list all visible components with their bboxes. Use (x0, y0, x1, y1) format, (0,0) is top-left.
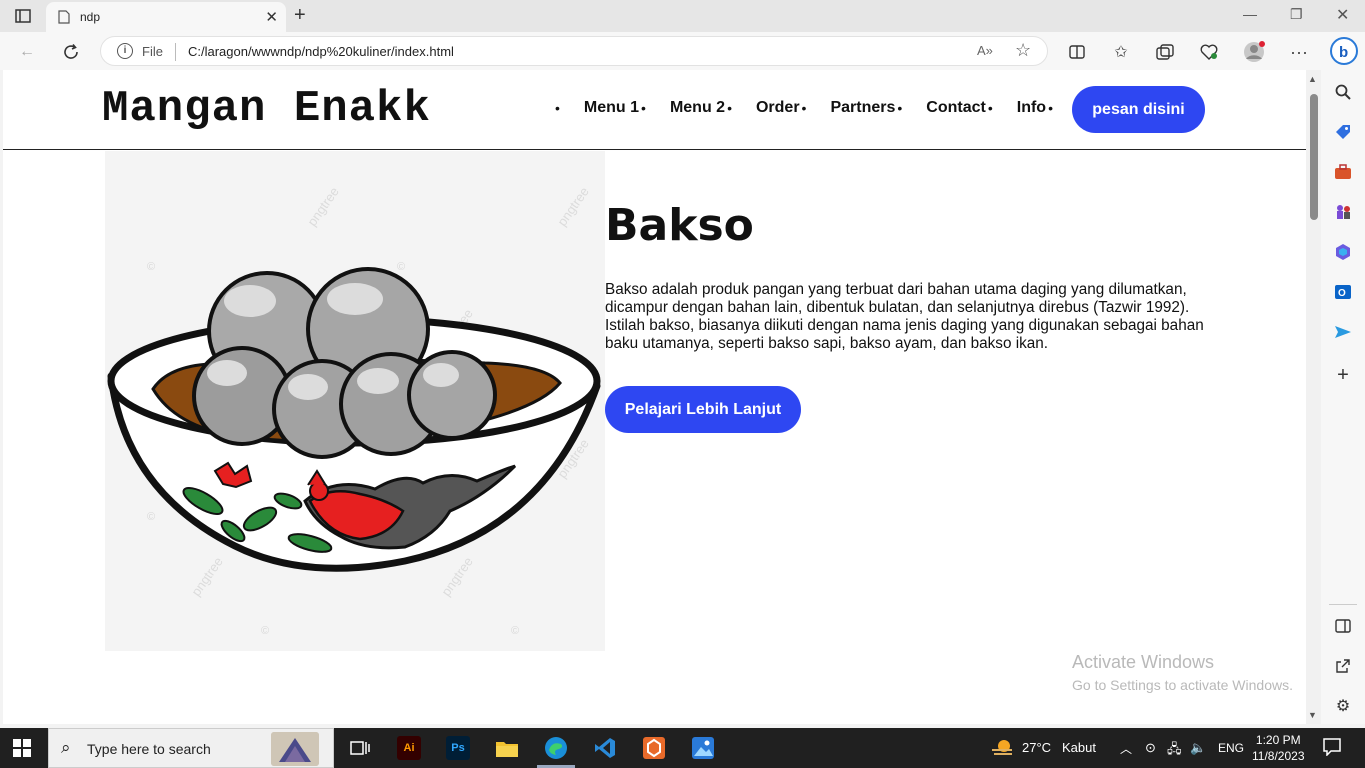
nav-item-order[interactable]: Order (756, 99, 800, 117)
nav-bullet-icon: • (987, 100, 993, 116)
nav-bullet-icon: • (727, 100, 732, 116)
collections-icon[interactable] (1154, 41, 1176, 63)
weather-icon[interactable] (990, 737, 1016, 762)
hero-title: Bakso (605, 200, 754, 251)
web-viewport: Mangan Enakk • Menu 1 • Menu 2 • Order •… (3, 70, 1306, 724)
split-screen-icon[interactable] (1066, 41, 1088, 63)
tab-title: ndp (80, 10, 101, 24)
nav-bullet-icon: • (555, 100, 560, 116)
tools-briefcase-icon[interactable] (1333, 162, 1353, 182)
nav-bullet-icon: • (801, 100, 807, 116)
games-chess-icon[interactable] (1333, 202, 1353, 222)
taskbar-search-box[interactable]: ⌕ Type here to search (48, 728, 334, 768)
scrollbar-thumb[interactable] (1310, 94, 1318, 220)
restore-button[interactable]: ❐ (1290, 6, 1303, 23)
volume-icon[interactable]: 🔈 (1190, 740, 1206, 756)
minimize-button[interactable]: — (1243, 6, 1257, 22)
search-icon: ⌕ (61, 738, 71, 757)
illustrator-icon[interactable]: Ai (397, 736, 421, 760)
site-header: Mangan Enakk • Menu 1 • Menu 2 • Order •… (3, 70, 1306, 150)
learn-more-button[interactable]: Pelajari Lebih Lanjut (605, 386, 801, 433)
bing-copilot-icon[interactable]: b (1330, 37, 1358, 65)
sidebar-divider (1329, 604, 1357, 605)
shopping-tag-icon[interactable] (1333, 122, 1353, 142)
browser-essentials-icon[interactable] (1198, 41, 1220, 63)
file-explorer-icon[interactable] (495, 736, 519, 760)
edge-sidebar: O + ⚙ (1321, 70, 1365, 724)
photoshop-icon[interactable]: Ps (446, 736, 470, 760)
main-nav: • Menu 1 • Menu 2 • Order • Partners • C… (553, 99, 1053, 117)
microsoft-365-icon[interactable] (1333, 242, 1353, 262)
browser-tab[interactable]: ndp ✕ (46, 2, 286, 32)
drop-send-icon[interactable] (1333, 322, 1353, 342)
tab-close-icon[interactable]: ✕ (265, 8, 278, 26)
nav-item-info[interactable]: Info (1017, 99, 1046, 117)
clock-date: 11/8/2023 (1252, 749, 1305, 763)
scroll-down-icon[interactable]: ▼ (1308, 710, 1317, 720)
info-icon[interactable]: i (117, 43, 133, 59)
address-bar[interactable]: i File C:/laragon/wwwndp/ndp%20kuliner/i… (100, 36, 1048, 66)
svg-text:O: O (1338, 288, 1346, 299)
back-icon[interactable]: ← (16, 41, 38, 63)
page-scrollbar[interactable]: ▲ ▼ (1306, 70, 1321, 724)
order-here-button[interactable]: pesan disini (1072, 86, 1205, 133)
settings-gear-icon[interactable]: ⚙ (1333, 696, 1353, 716)
site-logo[interactable]: Mangan Enakk (102, 84, 431, 134)
activate-windows-watermark: Activate Windows Go to Settings to activ… (1072, 652, 1293, 693)
windows-taskbar: ⌕ Type here to search Ai Ps 27°C Kabut ︿… (0, 728, 1365, 768)
windows-start-icon[interactable] (13, 739, 31, 757)
favorite-star-icon[interactable]: ☆ (1015, 40, 1031, 61)
search-icon[interactable] (1333, 82, 1353, 102)
vscode-icon[interactable] (593, 736, 617, 760)
nav-bullet-icon: • (897, 100, 903, 116)
profile-avatar[interactable] (1243, 41, 1265, 63)
nav-item-partners[interactable]: Partners (830, 99, 895, 117)
chevron-up-icon[interactable]: ︿ (1120, 740, 1132, 757)
svg-text:b: b (1339, 44, 1348, 61)
url-text[interactable]: C:/laragon/wwwndp/ndp%20kuliner/index.ht… (188, 44, 454, 59)
page-icon (58, 10, 70, 24)
scroll-up-icon[interactable]: ▲ (1308, 74, 1317, 84)
weather-temperature[interactable]: 27°C (1022, 740, 1051, 755)
browser-toolbar: ← i File C:/laragon/wwwndp/ndp%20kuliner… (0, 32, 1365, 70)
search-highlight-image[interactable] (271, 732, 319, 766)
address-divider (175, 43, 176, 61)
nav-item-menu-1[interactable]: Menu 1 (584, 99, 639, 117)
notifications-icon[interactable] (1323, 738, 1341, 759)
clock-time: 1:20 PM (1255, 733, 1301, 747)
tab-strip: ndp ✕ + — ❐ ✕ (0, 0, 1365, 32)
search-placeholder: Type here to search (87, 741, 211, 757)
laragon-icon[interactable] (642, 736, 666, 760)
favorites-icon[interactable]: ✩ (1110, 41, 1132, 63)
nav-bullet-icon: • (641, 100, 646, 116)
hide-sidebar-icon[interactable] (1333, 616, 1353, 636)
new-tab-button[interactable]: + (294, 4, 306, 27)
read-aloud-icon[interactable]: A» (977, 43, 993, 58)
close-window-button[interactable]: ✕ (1336, 5, 1349, 25)
outlook-icon[interactable]: O (1333, 282, 1353, 302)
bakso-bowl-illustration (107, 267, 601, 572)
nav-item-menu-2[interactable]: Menu 2 (670, 99, 725, 117)
photos-icon[interactable] (691, 736, 715, 760)
network-icon[interactable]: 🖧 (1167, 740, 1182, 762)
nav-item-contact[interactable]: Contact (926, 99, 986, 117)
system-clock[interactable]: 1:20 PM 11/8/2023 (1252, 732, 1305, 764)
hero-description: Bakso adalah produk pangan yang terbuat … (605, 281, 1204, 352)
edge-browser-icon[interactable] (544, 736, 568, 760)
meet-now-icon[interactable]: ⊙ (1145, 740, 1156, 756)
add-sidebar-app-icon[interactable]: + (1333, 364, 1353, 386)
nav-bullet-icon: • (1048, 100, 1053, 116)
task-view-icon[interactable] (348, 736, 372, 760)
weather-description[interactable]: Kabut (1062, 740, 1096, 755)
tab-actions-icon (15, 9, 31, 23)
tab-actions-button[interactable] (8, 5, 38, 27)
refresh-icon[interactable] (60, 41, 82, 63)
language-indicator[interactable]: ENG (1218, 741, 1244, 755)
external-link-icon[interactable] (1333, 656, 1353, 676)
address-scheme: File (142, 44, 163, 59)
activate-windows-subtitle: Go to Settings to activate Windows. (1072, 677, 1293, 693)
activate-windows-title: Activate Windows (1072, 652, 1215, 672)
more-options-icon[interactable]: ··· (1288, 41, 1310, 63)
bakso-bowl-image: pngtree pngtree pngtree pngtree pngtree … (105, 151, 605, 651)
